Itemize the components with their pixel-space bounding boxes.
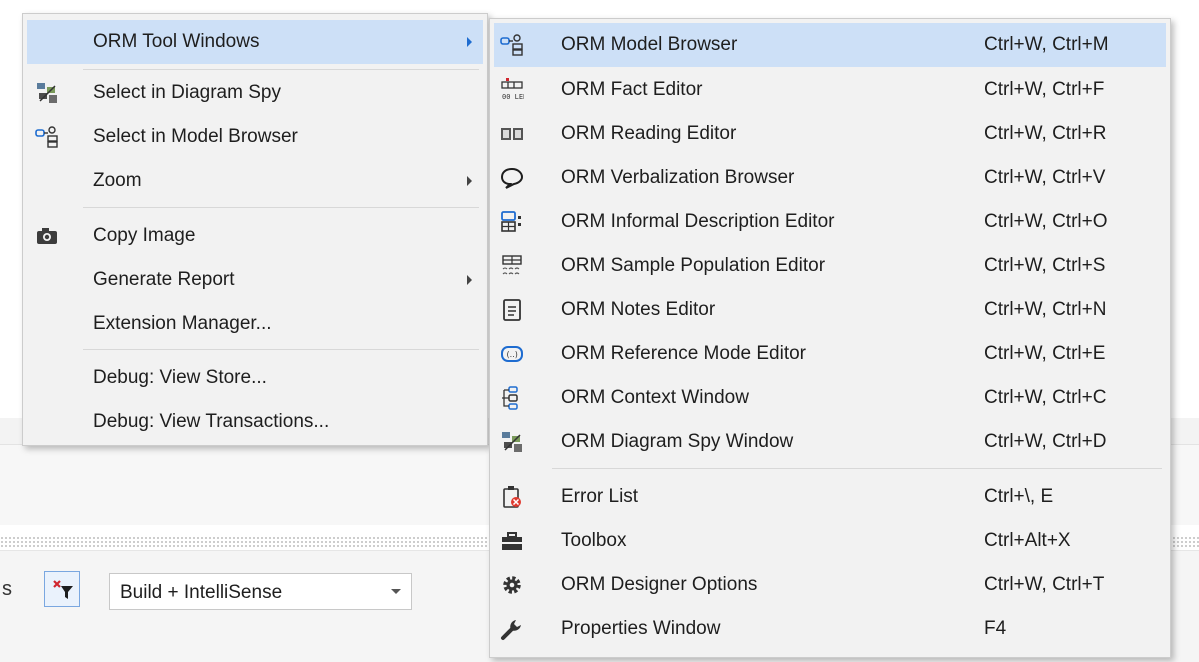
menu-separator — [83, 69, 479, 70]
menu-item-debug-view-transactions[interactable]: Debug: View Transactions... — [23, 400, 487, 444]
menu-separator — [83, 349, 479, 350]
submenu-item-orm-reading-editor[interactable]: ORM Reading Editor Ctrl+W, Ctrl+R — [490, 112, 1170, 156]
sample-population-icon — [502, 255, 522, 275]
submenu-item-shortcut: Ctrl+W, Ctrl+E — [984, 343, 1106, 364]
svg-text:00 LED: 00 LED — [502, 93, 524, 101]
fact-editor-icon: 00 LED — [501, 78, 524, 101]
submenu-item-label: ORM Notes Editor — [561, 299, 716, 320]
submenu-item-label: ORM Context Window — [561, 387, 749, 408]
menu-item-label: Zoom — [93, 170, 142, 191]
notes-icon — [503, 299, 521, 321]
submenu-item-orm-context-window[interactable]: ORM Context Window Ctrl+W, Ctrl+C — [490, 376, 1170, 420]
submenu-item-label: Error List — [561, 486, 639, 507]
build-intellisense-dropdown[interactable]: Build + IntelliSense — [109, 573, 412, 610]
context-menu: ORM Tool Windows Select in Diagram Spy S… — [22, 13, 488, 446]
submenu-item-shortcut: F4 — [984, 618, 1007, 639]
error-list-icon — [503, 486, 521, 508]
submenu-item-shortcut: Ctrl+W, Ctrl+R — [984, 123, 1107, 144]
menu-item-orm-tool-windows[interactable]: ORM Tool Windows — [27, 20, 483, 64]
wrench-icon — [501, 620, 521, 640]
menu-item-select-in-diagram-spy[interactable]: Select in Diagram Spy — [23, 71, 487, 115]
menu-item-extension-manager[interactable]: Extension Manager... — [23, 302, 487, 346]
submenu-item-orm-verbalization-browser[interactable]: ORM Verbalization Browser Ctrl+W, Ctrl+V — [490, 156, 1170, 200]
submenu-item-orm-notes-editor[interactable]: ORM Notes Editor Ctrl+W, Ctrl+N — [490, 288, 1170, 332]
svg-text:(..): (..) — [507, 350, 518, 359]
submenu-item-label: ORM Diagram Spy Window — [561, 431, 794, 452]
gear-icon — [503, 576, 521, 594]
submenu-item-orm-model-browser[interactable]: ORM Model Browser Ctrl+W, Ctrl+M — [494, 23, 1166, 67]
menu-item-label: Debug: View Store... — [93, 367, 267, 388]
submenu-item-orm-informal-description-editor[interactable]: ORM Informal Description Editor Ctrl+W, … — [490, 200, 1170, 244]
submenu-item-label: ORM Reference Mode Editor — [561, 343, 806, 364]
camera-icon — [37, 228, 57, 244]
toolbox-icon — [502, 532, 522, 550]
error-filter-button[interactable] — [44, 571, 80, 607]
menu-item-select-in-model-browser[interactable]: Select in Model Browser — [23, 115, 487, 159]
submenu-item-shortcut: Ctrl+Alt+X — [984, 530, 1071, 551]
menu-item-copy-image[interactable]: Copy Image — [23, 214, 487, 258]
description-editor-icon — [501, 211, 521, 232]
submenu-item-label: Toolbox — [561, 530, 627, 551]
submenu-item-shortcut: Ctrl+W, Ctrl+S — [984, 255, 1106, 276]
submenu-item-label: ORM Fact Editor — [561, 79, 703, 100]
submenu-item-label: ORM Sample Population Editor — [561, 255, 826, 276]
orm-tool-windows-submenu: ORM Model Browser Ctrl+W, Ctrl+M 00 LED … — [489, 18, 1171, 658]
submenu-item-shortcut: Ctrl+W, Ctrl+D — [984, 431, 1107, 452]
submenu-item-properties-window[interactable]: Properties Window F4 — [490, 607, 1170, 651]
submenu-item-shortcut: Ctrl+W, Ctrl+V — [984, 167, 1106, 188]
submenu-arrow-icon — [467, 176, 472, 186]
menu-item-label: Extension Manager... — [93, 313, 272, 334]
submenu-item-orm-sample-population-editor[interactable]: ORM Sample Population Editor Ctrl+W, Ctr… — [490, 244, 1170, 288]
menu-item-label: Copy Image — [93, 225, 196, 246]
submenu-item-shortcut: Ctrl+W, Ctrl+O — [984, 211, 1108, 232]
submenu-item-shortcut: Ctrl+W, Ctrl+F — [984, 79, 1105, 100]
submenu-item-shortcut: Ctrl+W, Ctrl+M — [984, 34, 1109, 55]
submenu-item-label: ORM Verbalization Browser — [561, 167, 795, 188]
toolbar-partial-label: s — [2, 578, 12, 600]
context-window-icon — [502, 386, 518, 410]
diagram-spy-icon — [37, 83, 57, 103]
submenu-item-error-list[interactable]: Error List Ctrl+\, E — [490, 475, 1170, 519]
submenu-item-shortcut: Ctrl+W, Ctrl+N — [984, 299, 1107, 320]
menu-item-debug-view-store[interactable]: Debug: View Store... — [23, 356, 487, 400]
submenu-item-shortcut: Ctrl+\, E — [984, 486, 1054, 507]
submenu-item-shortcut: Ctrl+W, Ctrl+T — [984, 574, 1105, 595]
menu-separator — [83, 207, 479, 208]
submenu-item-shortcut: Ctrl+W, Ctrl+C — [984, 387, 1107, 408]
model-browser-icon — [500, 34, 523, 56]
menu-item-generate-report[interactable]: Generate Report — [23, 258, 487, 302]
chevron-down-icon — [391, 589, 401, 594]
menu-item-label: Select in Model Browser — [93, 126, 298, 147]
menu-separator — [552, 468, 1162, 469]
menu-item-zoom[interactable]: Zoom — [23, 159, 487, 203]
diagram-spy-icon — [502, 432, 522, 452]
model-browser-icon — [35, 126, 58, 148]
submenu-item-label: ORM Reading Editor — [561, 123, 737, 144]
submenu-item-orm-reference-mode-editor[interactable]: (..) ORM Reference Mode Editor Ctrl+W, C… — [490, 332, 1170, 376]
error-filter-icon — [53, 580, 73, 599]
reference-mode-icon: (..) — [501, 346, 523, 362]
submenu-item-orm-designer-options[interactable]: ORM Designer Options Ctrl+W, Ctrl+T — [490, 563, 1170, 607]
menu-item-label: Generate Report — [93, 269, 235, 290]
submenu-item-orm-fact-editor[interactable]: 00 LED ORM Fact Editor Ctrl+W, Ctrl+F — [490, 68, 1170, 112]
speech-bubble-icon — [500, 167, 524, 189]
submenu-item-orm-diagram-spy-window[interactable]: ORM Diagram Spy Window Ctrl+W, Ctrl+D — [490, 420, 1170, 464]
submenu-item-label: Properties Window — [561, 618, 721, 639]
submenu-item-label: ORM Model Browser — [561, 34, 738, 55]
submenu-item-label: ORM Designer Options — [561, 574, 758, 595]
menu-item-label: Select in Diagram Spy — [93, 82, 281, 103]
submenu-arrow-icon — [467, 37, 472, 47]
reading-editor-icon — [501, 128, 523, 140]
submenu-item-label: ORM Informal Description Editor — [561, 211, 835, 232]
build-dropdown-value: Build + IntelliSense — [120, 582, 283, 603]
submenu-arrow-icon — [467, 275, 472, 285]
menu-item-label: Debug: View Transactions... — [93, 411, 330, 432]
menu-item-label: ORM Tool Windows — [93, 31, 260, 52]
submenu-item-toolbox[interactable]: Toolbox Ctrl+Alt+X — [490, 519, 1170, 563]
